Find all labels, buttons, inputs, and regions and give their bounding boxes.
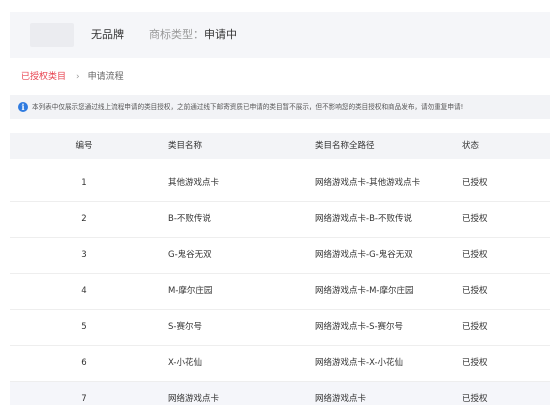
row-status: 已授权: [462, 214, 488, 224]
row-number: 3: [81, 250, 87, 260]
row-number: 1: [81, 178, 87, 188]
header-category-path: 类目名称全路径: [315, 141, 375, 151]
row-category-name: 其他游戏点卡: [168, 178, 220, 188]
header-status: 状态: [462, 141, 480, 151]
category-table: 编号 类目名称 类目名称全路径 状态 1 其他游戏点卡 网络游戏点卡-其他游戏点…: [10, 133, 550, 405]
brand-name: 无品牌: [91, 28, 124, 41]
row-category-name: M-摩尔庄园: [168, 286, 213, 296]
header-category-name: 类目名称: [168, 141, 203, 151]
category-authorization-page: 无品牌 商标类型：申请中 已授权类目 › 申请流程 i 本列表中仅展示您通过线上流程…: [0, 0, 550, 405]
trademark-type: 商标类型：申请中: [149, 27, 237, 43]
row-number: 7: [81, 394, 87, 404]
trademark-type-value: 申请中: [204, 28, 237, 41]
table-header: 编号 类目名称 类目名称全路径 状态: [10, 133, 550, 159]
row-category-path: 网络游戏点卡-G-鬼谷无双: [315, 250, 413, 260]
row-status: 已授权: [462, 286, 488, 296]
chevron-right-icon: ›: [76, 72, 80, 82]
trademark-type-label: 商标类型：: [149, 28, 204, 41]
brand-logo-placeholder: [30, 23, 74, 47]
row-category-path: 网络游戏点卡-X-小花仙: [315, 358, 404, 368]
row-status: 已授权: [462, 250, 488, 260]
info-icon: i: [18, 102, 28, 112]
row-category-path: 网络游戏点卡-其他游戏点卡: [315, 178, 421, 188]
tab-authorized-categories[interactable]: 已授权类目: [21, 71, 66, 83]
row-status: 已授权: [462, 358, 488, 368]
row-category-path: 网络游戏点卡-B-不败传说: [315, 214, 412, 224]
table-row: 7 网络游戏点卡 网络游戏点卡 已授权: [10, 382, 550, 405]
row-category-path: 网络游戏点卡: [315, 394, 367, 404]
tab-bar: 已授权类目 › 申请流程: [21, 71, 124, 85]
notice-bar: i 本列表中仅展示您通过线上流程申请的类目授权，之前通过线下邮寄资质已申请的类目…: [10, 95, 550, 119]
notice-text: 本列表中仅展示您通过线上流程申请的类目授权，之前通过线下邮寄资质已申请的类目暂不…: [32, 103, 464, 111]
brand-info-panel: 无品牌 商标类型：申请中: [10, 12, 550, 58]
tab-application-process[interactable]: 申请流程: [88, 71, 124, 83]
row-number: 5: [81, 322, 87, 332]
row-status: 已授权: [462, 178, 488, 188]
row-category-name: G-鬼谷无双: [168, 250, 212, 260]
row-category-name: X-小花仙: [168, 358, 202, 368]
header-number: 编号: [75, 141, 93, 151]
row-category-name: B-不败传说: [168, 214, 211, 224]
table-row: 5 S-赛尔号 网络游戏点卡-S-赛尔号 已授权: [10, 310, 550, 346]
row-status: 已授权: [462, 322, 488, 332]
row-number: 6: [81, 358, 87, 368]
row-category-name: S-赛尔号: [168, 322, 202, 332]
table-row: 1 其他游戏点卡 网络游戏点卡-其他游戏点卡 已授权: [10, 166, 550, 202]
table-row: 6 X-小花仙 网络游戏点卡-X-小花仙 已授权: [10, 346, 550, 382]
row-number: 4: [81, 286, 87, 296]
row-number: 2: [81, 214, 87, 224]
table-row: 3 G-鬼谷无双 网络游戏点卡-G-鬼谷无双 已授权: [10, 238, 550, 274]
table-row: 2 B-不败传说 网络游戏点卡-B-不败传说 已授权: [10, 202, 550, 238]
row-status: 已授权: [462, 394, 488, 404]
row-category-path: 网络游戏点卡-S-赛尔号: [315, 322, 404, 332]
row-category-path: 网络游戏点卡-M-摩尔庄园: [315, 286, 414, 296]
row-category-name: 网络游戏点卡: [168, 394, 220, 404]
table-row: 4 M-摩尔庄园 网络游戏点卡-M-摩尔庄园 已授权: [10, 274, 550, 310]
